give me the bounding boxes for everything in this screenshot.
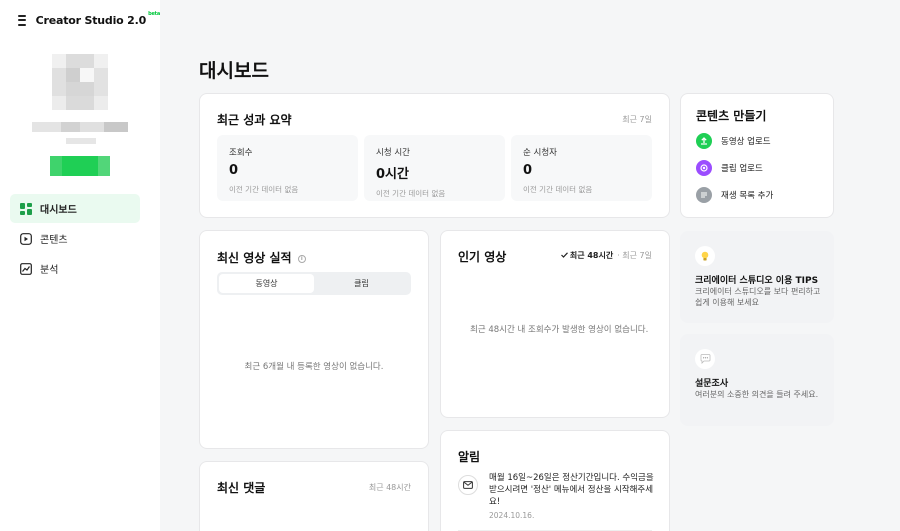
stat-value: 0 — [523, 163, 533, 178]
brand-name: Creator Studio 2.0 — [35, 13, 147, 27]
popular-filters: 최근 48시간 · 최근 7일 — [560, 250, 652, 261]
upload-clip-button[interactable]: 클립 업로드 — [696, 160, 763, 176]
profile-badge-blurred[interactable] — [50, 156, 110, 176]
stat-label: 조회수 — [229, 148, 253, 158]
sidebar-item-content[interactable]: 콘텐츠 — [10, 224, 140, 253]
tab-videos[interactable]: 동영상 — [219, 274, 314, 293]
stat-views: 조회수 0 이전 기간 데이터 없음 — [217, 135, 358, 201]
popular-videos-card: 인기 영상 최근 48시간 · 최근 7일 최근 48시간 내 조회수가 발생한… — [440, 230, 670, 418]
filter-7d[interactable]: 최근 7일 — [622, 250, 652, 261]
popular-title: 인기 영상 — [458, 250, 507, 264]
video-type-tabs: 동영상 클립 — [217, 272, 411, 295]
content-icon — [20, 232, 32, 245]
alert-date: 2024.10.16. — [489, 511, 535, 520]
profile-subname-blurred — [66, 138, 96, 144]
profile-name-blurred — [32, 122, 128, 132]
create-title: 콘텐츠 만들기 — [696, 109, 767, 123]
recent-video-title: 최신 영상 실적 i — [217, 249, 306, 266]
page-title: 대시보드 — [199, 60, 269, 82]
comments-period: 최근 48시간 — [368, 483, 411, 492]
brand-tag: beta — [148, 10, 160, 17]
add-playlist-button[interactable]: 재생 목록 추가 — [696, 187, 773, 203]
empty-message: 최근 6개월 내 등록한 영상이 없습니다. — [244, 362, 384, 372]
avatar[interactable] — [52, 54, 108, 110]
stat-note: 이전 기간 데이터 없음 — [229, 185, 299, 194]
empty-message: 최근 48시간 내 조회수가 발생한 영상이 없습니다. — [470, 325, 649, 335]
stat-label: 순 시청자 — [523, 148, 557, 158]
tips-desc: 크리에이터 스튜디오를 보다 편리하고 쉽게 이용해 보세요 — [695, 287, 821, 307]
sidebar-item-analytics[interactable]: 분석 — [10, 254, 140, 283]
alerts-card: 알림 매월 16일~26일은 정산기간입니다. 수익금을 받으시려면 '정산' … — [440, 430, 670, 531]
stat-value: 0시간 — [376, 167, 409, 182]
stat-value: 0 — [229, 163, 239, 178]
sidebar-item-label: 콘텐츠 — [40, 235, 68, 246]
create-item-label: 동영상 업로드 — [721, 137, 771, 147]
tips-title: 크리에이터 스튜디오 이용 TIPS — [695, 276, 819, 286]
sidebar: Creator Studio 2.0 beta 대시보드 콘텐츠 분석 — [0, 0, 160, 531]
stat-note: 이전 기간 데이터 없음 — [523, 185, 593, 194]
stat-watch-time: 시청 시간 0시간 이전 기간 데이터 없음 — [364, 135, 505, 201]
alert-message[interactable]: 매월 16일~26일은 정산기간입니다. 수익금을 받으시려면 '정산' 메뉴에… — [489, 472, 659, 508]
playlist-icon — [696, 187, 712, 203]
analytics-icon — [20, 262, 32, 275]
sidebar-item-label: 대시보드 — [40, 205, 77, 216]
brand-logo[interactable]: Creator Studio 2.0 beta — [35, 10, 161, 27]
summary-title: 최근 성과 요약 — [217, 113, 292, 127]
stat-unique-viewers: 순 시청자 0 이전 기간 데이터 없음 — [511, 135, 652, 201]
create-item-label: 클립 업로드 — [721, 164, 763, 174]
check-icon — [560, 252, 568, 258]
upload-icon — [696, 133, 712, 149]
tab-clips[interactable]: 클립 — [314, 274, 409, 293]
comments-title: 최신 댓글 — [217, 481, 266, 495]
survey-title: 설문조사 — [695, 379, 729, 389]
tips-card[interactable]: 크리에이터 스튜디오 이용 TIPS 크리에이터 스튜디오를 보다 편리하고 쉽… — [680, 231, 834, 323]
survey-desc: 여러분의 소중한 의견을 들려 주세요. — [695, 390, 819, 399]
latest-comments-card: 최신 댓글 최근 48시간 — [199, 461, 429, 531]
sidebar-nav: 대시보드 콘텐츠 분석 — [10, 194, 140, 284]
alerts-title: 알림 — [458, 450, 481, 464]
sidebar-item-label: 분석 — [40, 265, 59, 276]
filter-48h-label: 최근 48시간 — [569, 251, 614, 260]
dashboard-icon — [20, 202, 32, 215]
create-item-label: 재생 목록 추가 — [721, 191, 774, 201]
create-content-card: 콘텐츠 만들기 동영상 업로드 클립 업로드 재생 목록 추가 — [680, 93, 834, 218]
stat-label: 시청 시간 — [376, 148, 410, 158]
info-icon[interactable]: i — [297, 254, 306, 263]
sidebar-item-dashboard[interactable]: 대시보드 — [10, 194, 140, 223]
summary-card: 최근 성과 요약 최근 7일 조회수 0 이전 기간 데이터 없음 시청 시간 … — [199, 93, 670, 218]
upload-video-button[interactable]: 동영상 업로드 — [696, 133, 771, 149]
mail-icon — [458, 475, 478, 495]
summary-period: 최근 7일 — [622, 115, 652, 124]
filter-48h[interactable]: 최근 48시간 — [560, 250, 614, 261]
speech-bubble-icon — [695, 349, 715, 369]
menu-icon[interactable] — [18, 14, 26, 26]
survey-card[interactable]: 설문조사 여러분의 소중한 의견을 들려 주세요. — [680, 334, 834, 426]
recent-video-title-text: 최신 영상 실적 — [217, 251, 292, 265]
stat-note: 이전 기간 데이터 없음 — [376, 189, 446, 198]
lightbulb-icon — [695, 246, 715, 266]
recent-video-card: 최신 영상 실적 i 동영상 클립 최근 6개월 내 등록한 영상이 없습니다. — [199, 230, 429, 449]
topbar: Creator Studio 2.0 beta — [0, 0, 160, 40]
profile — [30, 54, 130, 176]
clip-icon — [696, 160, 712, 176]
